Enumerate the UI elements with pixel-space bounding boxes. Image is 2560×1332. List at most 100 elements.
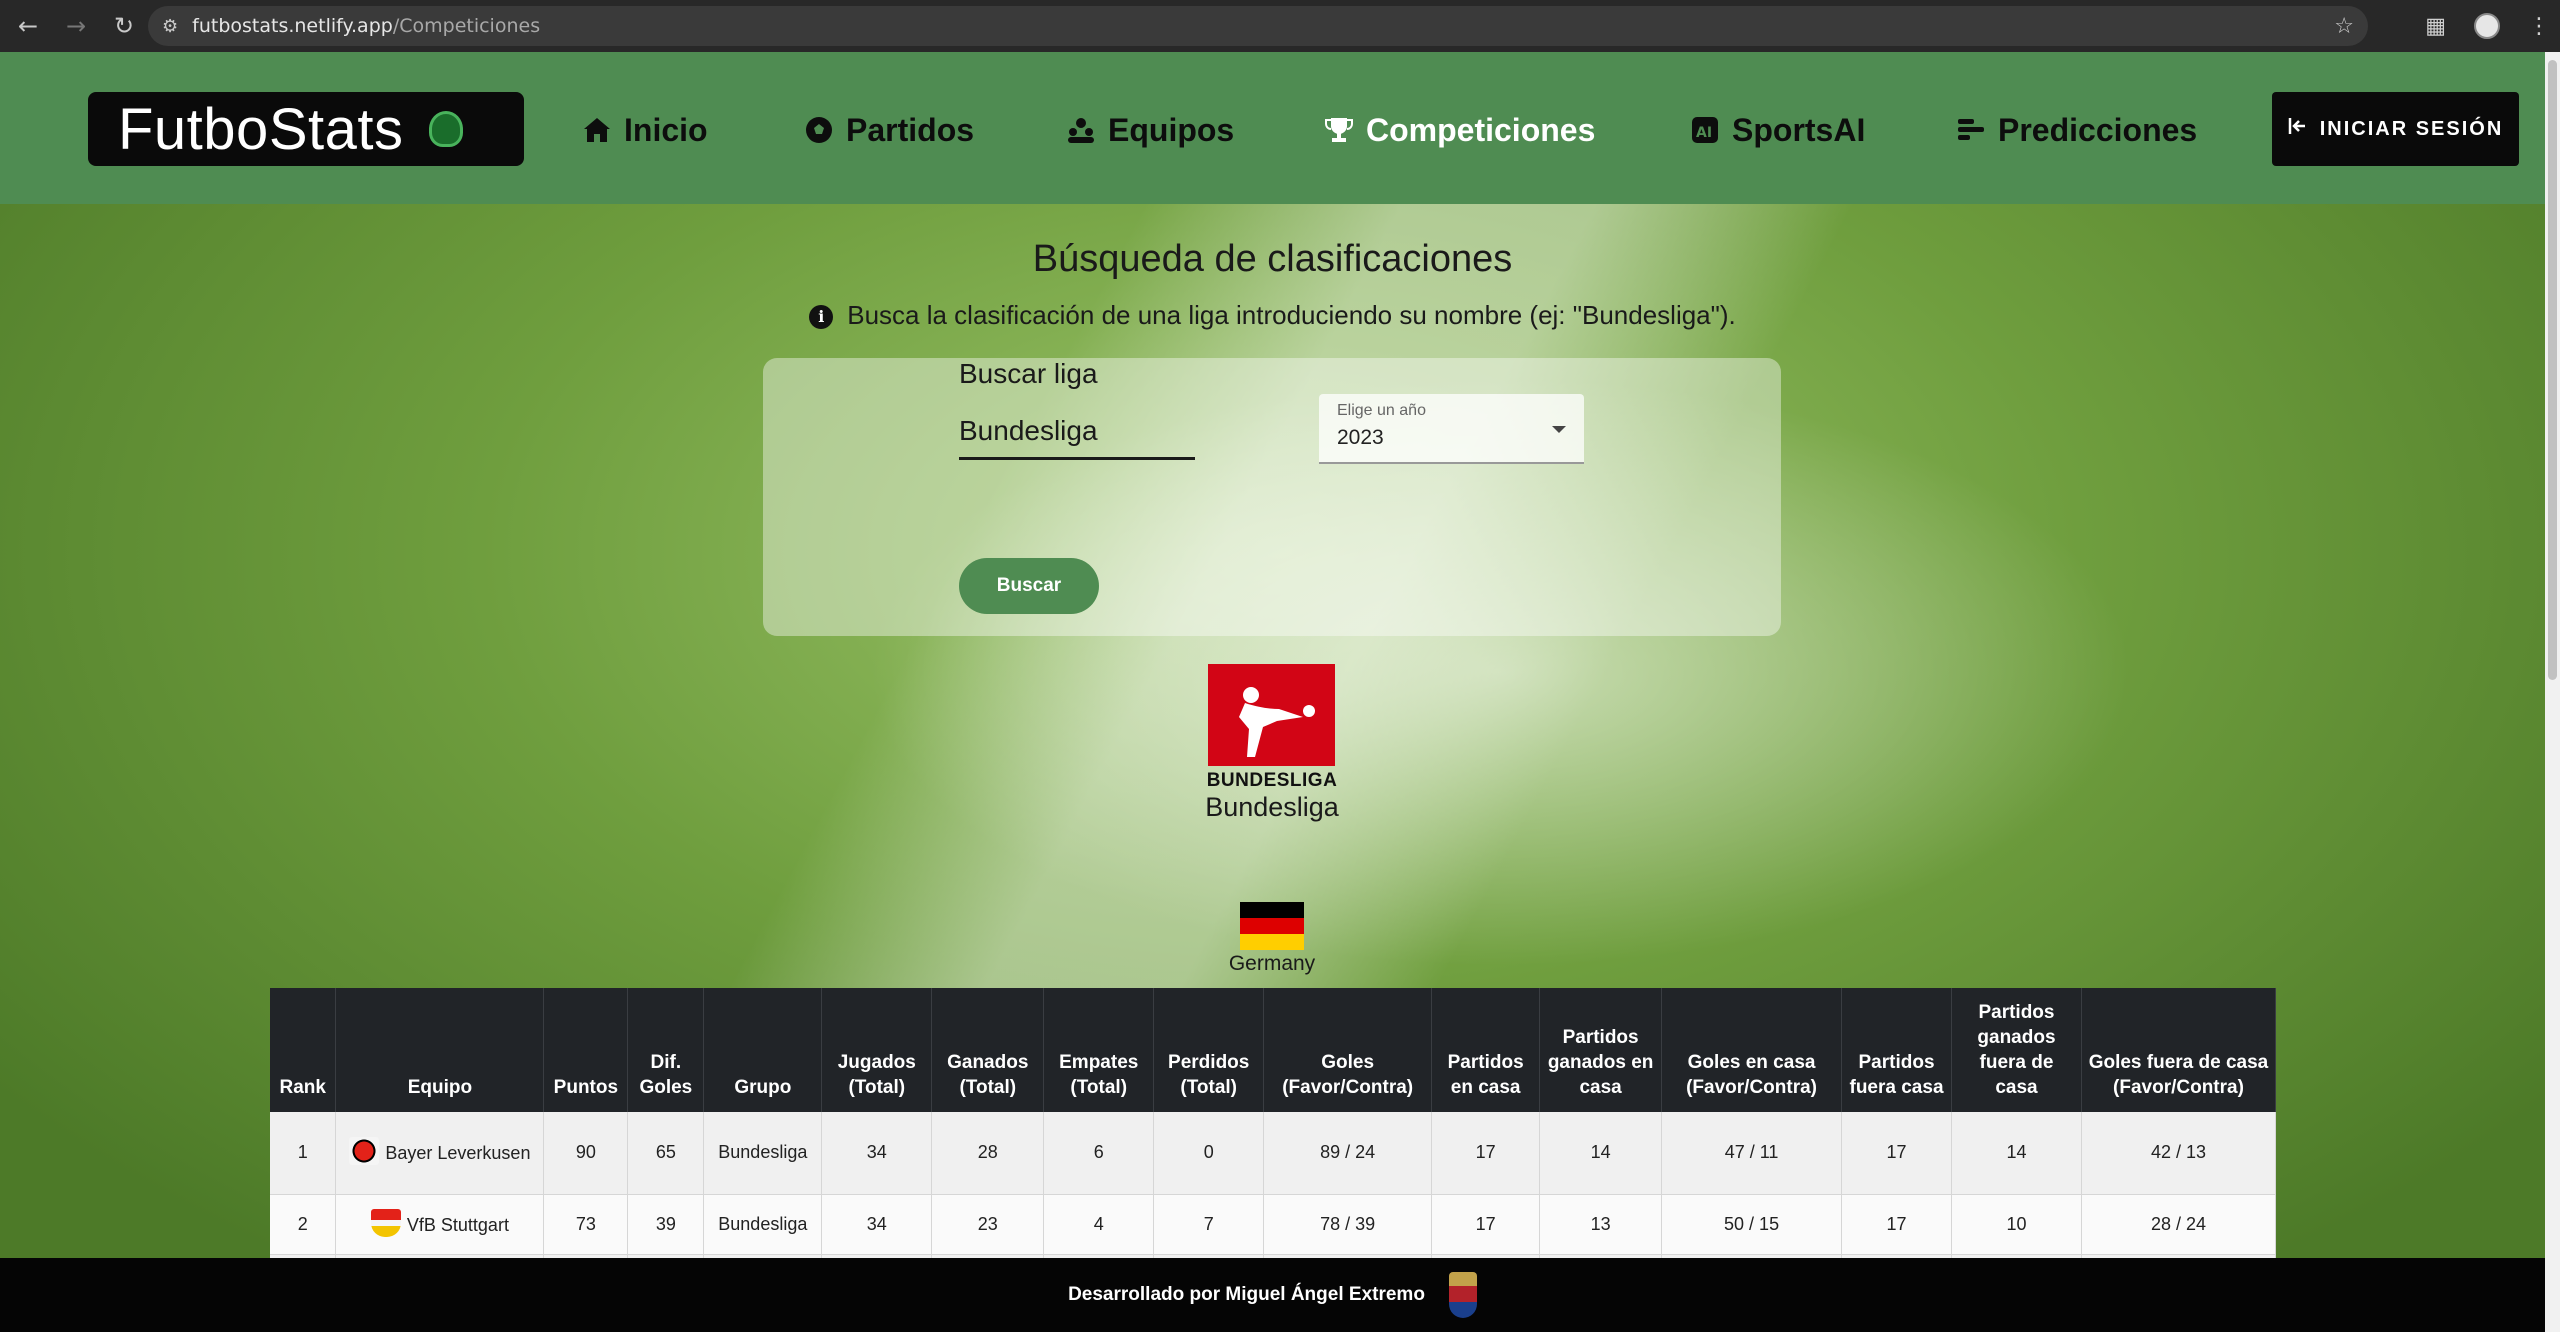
stuttgart-crest-icon (370, 1208, 401, 1237)
login-button[interactable]: INICIAR SESIÓN (2272, 92, 2519, 166)
search-button[interactable]: Buscar (959, 558, 1099, 614)
ai-icon: AI (1690, 115, 1720, 145)
extensions-icon[interactable]: ▦ (2425, 14, 2446, 39)
search-form: Buscar liga Elige un año 2023 Buscar (763, 358, 1781, 636)
leverkusen-crest-icon (349, 1137, 380, 1166)
col-header: Goles fuera de casa (Favor/Contra) (2081, 988, 2277, 1112)
year-select-value: 2023 (1337, 426, 1384, 449)
table-row: 2 VfB Stuttgart 73 39 Bundesliga 34 23 4… (270, 1194, 2277, 1255)
browser-toolbar: ← → ↻ ⚙ futbostats.netlify.app/Competici… (0, 0, 2560, 52)
url-domain: futbostats.netlify.app (192, 15, 393, 37)
league-logo (1208, 664, 1335, 766)
nav-item-equipos[interactable]: Equipos (1066, 110, 1234, 150)
cell-away-played: 17 (1841, 1112, 1952, 1195)
bookmark-star-icon[interactable]: ☆ (2334, 14, 2354, 39)
col-header: Perdidos (Total) (1153, 988, 1265, 1112)
cell-group: Bundesliga (703, 1194, 823, 1255)
search-info: i Busca la clasificación de una liga intr… (0, 300, 2545, 331)
cell-home-goals: 47 / 11 (1661, 1112, 1843, 1195)
cell-points: 90 (543, 1112, 629, 1195)
bundesliga-player-icon (1238, 687, 1315, 757)
page-scrollbar[interactable] (2545, 52, 2560, 1332)
nav-item-partidos[interactable]: Partidos (804, 110, 974, 150)
cell-goal-diff: 39 (627, 1194, 705, 1255)
col-header: Ganados (Total) (931, 988, 1045, 1112)
cell-home-won: 14 (1539, 1112, 1663, 1195)
standings-table: Rank Equipo Puntos Dif. Goles Grupo Juga… (270, 988, 2277, 1295)
cell-home-goals: 50 / 15 (1661, 1194, 1843, 1255)
site-settings-icon[interactable]: ⚙ (162, 16, 178, 37)
cell-home-played: 17 (1431, 1194, 1541, 1255)
cell-away-goals: 42 / 13 (2081, 1112, 2277, 1195)
footer-text: Desarrollado por Miguel Ángel Extremo (1068, 1284, 1425, 1305)
menu-kebab-icon[interactable]: ⋮ (2528, 14, 2550, 39)
col-header: Equipo (335, 988, 545, 1112)
cell-points: 73 (543, 1194, 629, 1255)
url-path: /Competiciones (392, 15, 541, 37)
team-name: Bayer Leverkusen (385, 1143, 531, 1164)
league-search-input[interactable] (959, 404, 1195, 460)
login-icon (2288, 116, 2308, 142)
col-header: Jugados (Total) (821, 988, 933, 1112)
col-header: Partidos ganados fuera de casa (1951, 988, 2082, 1112)
league-country: Germany (1228, 952, 1316, 975)
league-name: Bundesliga (1205, 792, 1339, 822)
league-search-label: Buscar liga (959, 358, 1098, 389)
reload-icon[interactable]: ↻ (104, 6, 144, 46)
cell-home-won: 13 (1539, 1194, 1663, 1255)
col-header: Partidos en casa (1431, 988, 1541, 1112)
brand-name: FutboStats (118, 96, 404, 162)
soccer-ball-icon (804, 115, 834, 145)
nav-label-inicio: Inicio (624, 111, 708, 148)
col-header: Partidos fuera casa (1841, 988, 1952, 1112)
users-icon (1066, 115, 1096, 145)
address-bar[interactable]: ⚙ futbostats.netlify.app/Competiciones ☆ (148, 6, 2368, 46)
nav-label-sportsai: SportsAI (1732, 111, 1866, 148)
cell-goal-diff: 65 (627, 1112, 705, 1195)
page: FutboStats Inicio Partidos Equipos Compe… (0, 52, 2545, 1332)
nav-label-competiciones: Competiciones (1366, 111, 1596, 148)
home-icon (582, 115, 612, 145)
cell-team: VfB Stuttgart (335, 1194, 545, 1255)
flag-stripe (1240, 934, 1304, 950)
cell-team: Bayer Leverkusen (335, 1112, 545, 1195)
col-header: Goles (Favor/Contra) (1263, 988, 1433, 1112)
col-header: Partidos ganados en casa (1539, 988, 1663, 1112)
back-arrow-icon[interactable]: ← (8, 6, 48, 46)
cell-lost: 7 (1153, 1194, 1265, 1255)
search-info-text: Busca la clasificación de una liga intro… (847, 300, 1736, 330)
cell-rank: 1 (270, 1112, 337, 1195)
year-select-label: Elige un año (1337, 402, 1426, 419)
germany-flag-icon (1240, 902, 1304, 950)
cell-group: Bundesliga (703, 1112, 823, 1195)
cell-goals: 89 / 24 (1263, 1112, 1433, 1195)
forward-arrow-icon[interactable]: → (56, 6, 96, 46)
cell-rank: 2 (270, 1194, 337, 1255)
site-footer: Desarrollado por Miguel Ángel Extremo (0, 1258, 2545, 1332)
table-header-row: Rank Equipo Puntos Dif. Goles Grupo Juga… (270, 988, 2277, 1112)
cell-won: 23 (931, 1194, 1045, 1255)
cell-away-won: 10 (1951, 1194, 2082, 1255)
col-header: Rank (270, 988, 337, 1112)
scrollbar-thumb[interactable] (2548, 60, 2557, 680)
nav-item-sportsai[interactable]: AI SportsAI (1690, 110, 1865, 150)
cell-played: 34 (821, 1112, 933, 1195)
brand-logo[interactable]: FutboStats (88, 92, 524, 166)
profile-avatar-icon[interactable] (2474, 13, 2500, 39)
nav-item-inicio[interactable]: Inicio (582, 110, 708, 150)
cell-goals: 78 / 39 (1263, 1194, 1433, 1255)
page-title: Búsqueda de clasificaciones (1032, 238, 1513, 280)
cell-away-played: 17 (1841, 1194, 1952, 1255)
brand-badge-icon (429, 111, 464, 147)
year-select[interactable]: Elige un año 2023 (1319, 394, 1584, 464)
cell-home-played: 17 (1431, 1112, 1541, 1195)
flag-stripe (1240, 918, 1304, 934)
col-header: Dif. Goles (627, 988, 705, 1112)
site-navbar: FutboStats Inicio Partidos Equipos Compe… (0, 52, 2545, 204)
svg-text:AI: AI (1696, 125, 1712, 141)
col-header: Goles en casa (Favor/Contra) (1661, 988, 1843, 1112)
nav-item-predicciones[interactable]: Predicciones (1956, 110, 2197, 150)
nav-item-competiciones[interactable]: Competiciones (1324, 110, 1595, 150)
cell-draws: 4 (1043, 1194, 1155, 1255)
nav-label-partidos: Partidos (846, 111, 975, 148)
